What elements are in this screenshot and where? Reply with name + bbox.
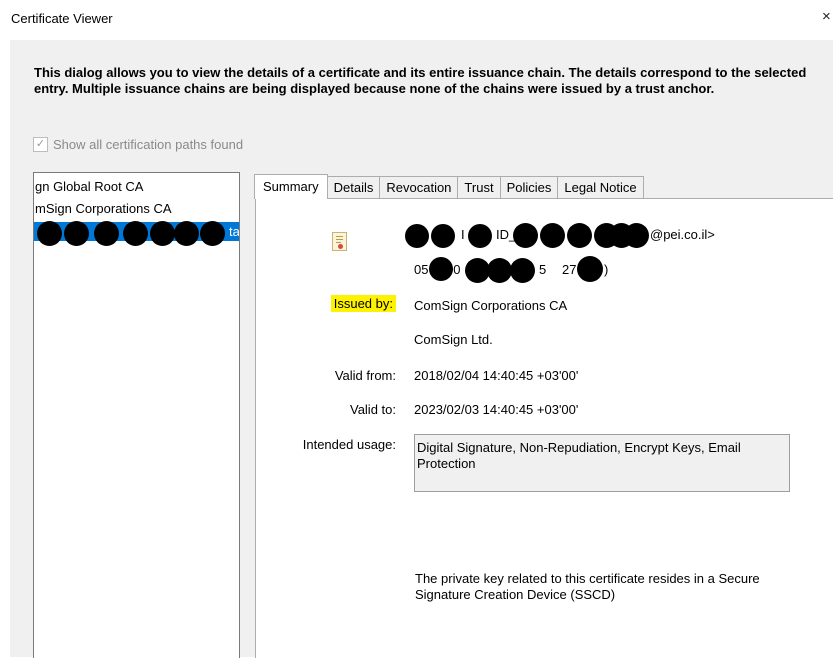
issuer-organization: ComSign Ltd. bbox=[414, 332, 493, 347]
intended-usage-field[interactable]: Digital Signature, Non-Repudiation, Encr… bbox=[414, 434, 790, 492]
redaction-mark bbox=[513, 223, 538, 248]
redaction-mark bbox=[200, 221, 225, 246]
redaction-mark bbox=[468, 224, 492, 248]
redaction-mark bbox=[624, 223, 649, 248]
serial-fragment: ) bbox=[604, 262, 609, 277]
show-all-paths-checkbox[interactable]: ✓ Show all certification paths found bbox=[33, 137, 243, 152]
redaction-mark bbox=[577, 256, 603, 282]
tree-item-label: ta bbox=[229, 224, 240, 239]
subject-fragment: @pei.co.il> bbox=[650, 227, 715, 242]
tab-strip: Summary Details Revocation Trust Policie… bbox=[254, 174, 644, 199]
valid-to-value: 2023/02/03 14:40:45 +03'00' bbox=[414, 402, 579, 417]
tab-summary[interactable]: Summary bbox=[254, 174, 328, 199]
subject-fragment: I bbox=[461, 227, 465, 242]
tab-policies[interactable]: Policies bbox=[499, 176, 559, 199]
intro-text: This dialog allows you to view the detai… bbox=[34, 65, 807, 96]
tab-trust[interactable]: Trust bbox=[457, 176, 501, 199]
tab-details[interactable]: Details bbox=[326, 176, 381, 199]
certificate-chain-tree[interactable]: gn Global Root CA mSign Corporations CA … bbox=[33, 172, 240, 658]
redaction-mark bbox=[567, 223, 592, 248]
window-title: Certificate Viewer bbox=[11, 11, 113, 26]
redaction-mark bbox=[94, 221, 119, 246]
valid-to-label: Valid to: bbox=[349, 402, 396, 417]
redaction-mark bbox=[150, 221, 175, 246]
valid-from-value: 2018/02/04 14:40:45 +03'00' bbox=[414, 368, 579, 383]
redaction-mark bbox=[123, 221, 148, 246]
issuer-common-name: ComSign Corporations CA bbox=[414, 298, 568, 313]
redaction-mark bbox=[540, 223, 565, 248]
tree-item-selected-certificate[interactable]: ta bbox=[34, 221, 240, 246]
redaction-mark bbox=[174, 221, 199, 246]
close-icon[interactable]: × bbox=[822, 8, 833, 25]
issued-by-label: Issued by: bbox=[330, 295, 396, 312]
serial-fragment: 5 bbox=[539, 262, 547, 277]
valid-from-label: Valid from: bbox=[334, 368, 396, 383]
redaction-mark bbox=[37, 221, 62, 246]
redaction-mark bbox=[64, 221, 89, 246]
checkbox-checked-icon[interactable]: ✓ bbox=[33, 137, 48, 152]
tree-item-root-ca[interactable]: gn Global Root CA bbox=[35, 177, 143, 196]
tab-revocation[interactable]: Revocation bbox=[379, 176, 459, 199]
show-all-paths-label: Show all certification paths found bbox=[53, 137, 244, 152]
redaction-mark bbox=[431, 224, 455, 248]
serial-fragment: 05 bbox=[414, 262, 429, 277]
sscd-note: The private key related to this certific… bbox=[415, 571, 760, 602]
subject-name: I ID_ @pei.co.il> bbox=[405, 223, 735, 249]
serial-fragment: 00 bbox=[446, 262, 461, 277]
issued-by-label-row: Issued by: bbox=[290, 295, 396, 312]
serial-number: 05 00 5 27 ) bbox=[414, 256, 634, 284]
redaction-mark bbox=[510, 258, 535, 283]
certificate-icon bbox=[332, 232, 347, 251]
tab-legal-notice[interactable]: Legal Notice bbox=[557, 176, 644, 199]
redaction-mark bbox=[487, 258, 512, 283]
tree-item-intermediate-ca[interactable]: mSign Corporations CA bbox=[35, 199, 172, 218]
serial-fragment: 27 bbox=[562, 262, 577, 277]
redaction-mark bbox=[405, 224, 429, 248]
intended-usage-label: Intended usage: bbox=[302, 437, 396, 452]
